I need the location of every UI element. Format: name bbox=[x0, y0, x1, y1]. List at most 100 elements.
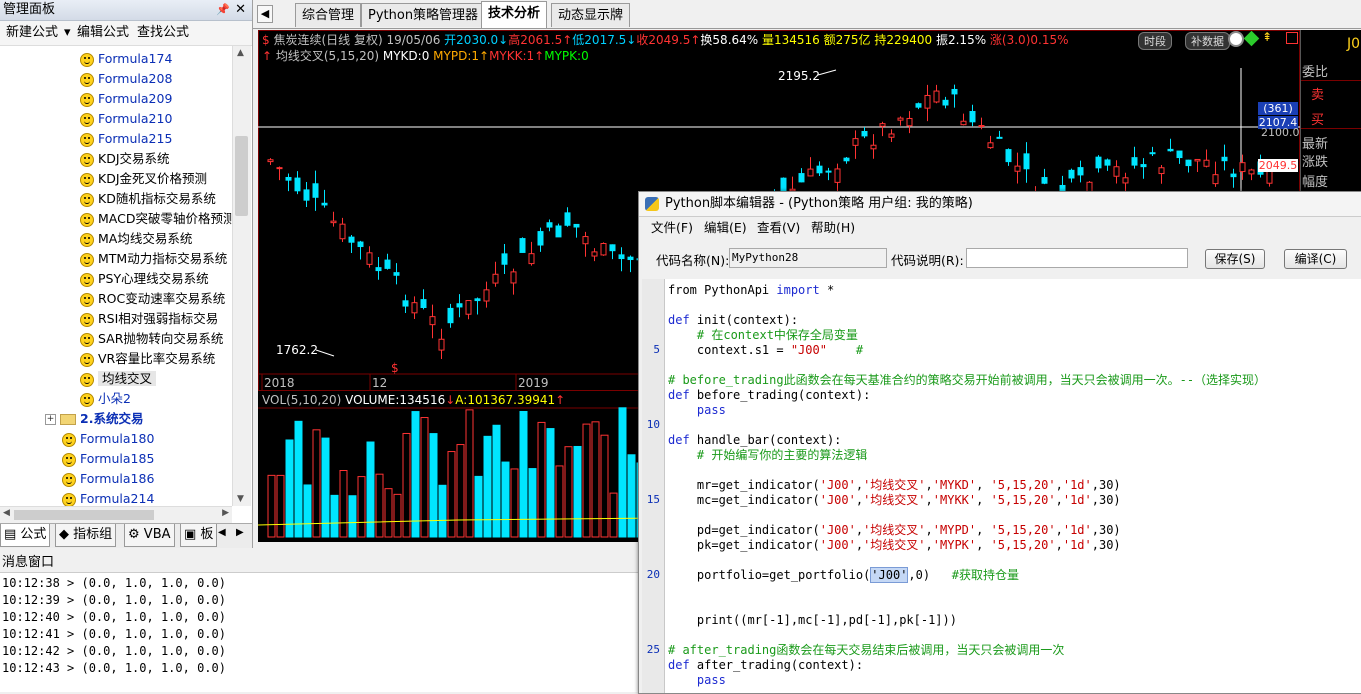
volume-bar bbox=[501, 461, 510, 538]
close-icon[interactable]: ✕ bbox=[235, 0, 246, 20]
code-token: context.s1 = bbox=[668, 343, 791, 357]
panel-tab-1[interactable]: ◆ 指标组 bbox=[55, 524, 117, 547]
smiley-formula-icon bbox=[80, 72, 94, 87]
line-number-gutter: 5 10 15 20 25 bbox=[642, 279, 665, 693]
code-lines[interactable]: from PythonApi import * def init(context)… bbox=[668, 279, 1358, 693]
tree-item[interactable]: 小朵2 bbox=[80, 389, 131, 409]
flag-icon[interactable]: ⇞ bbox=[1262, 30, 1272, 44]
tree-item[interactable]: ROC变动速率交易系统 bbox=[80, 289, 225, 309]
edit-formula-button[interactable]: 编辑公式 bbox=[77, 21, 129, 45]
candle-body bbox=[915, 103, 922, 108]
code-line[interactable]: # 在context中保存全局变量 bbox=[668, 328, 858, 343]
code-line[interactable]: def handle_bar(context): bbox=[668, 433, 841, 448]
code-line[interactable]: # after_trading函数会在每天交易结束后被调用，当天只会被调用一次 bbox=[668, 643, 1064, 658]
code-editor[interactable]: 5 10 15 20 25 from PythonApi import * def ini… bbox=[642, 279, 1361, 693]
compile-button[interactable]: 编译(C) bbox=[1284, 249, 1347, 269]
tree-item[interactable]: Formula180 bbox=[62, 429, 154, 449]
scroll-left-icon[interactable]: ◀ bbox=[3, 508, 10, 518]
tree-item[interactable]: 均线交叉 bbox=[80, 369, 157, 389]
tab-3[interactable]: 动态显示牌 bbox=[551, 3, 631, 27]
code-line[interactable]: # before_trading此函数会在每天基准合约的策略交易开始前被调用，当… bbox=[668, 373, 1266, 388]
code-line[interactable]: portfolio=get_portfolio('J00',0) #获取持仓量 bbox=[668, 567, 1019, 583]
tree-horizontal-scrollbar[interactable]: ◀ ▶ bbox=[0, 506, 232, 523]
window-icon[interactable] bbox=[1286, 32, 1298, 44]
time-segment-button[interactable]: 时段 bbox=[1138, 32, 1172, 50]
code-token: '5,15,20' bbox=[990, 493, 1056, 507]
tree-item[interactable]: SAR抛物转向交易系统 bbox=[80, 329, 223, 349]
message-window: 消息窗口 10:12:38 > (0.0, 1.0, 1.0, 0.0) 10:1… bbox=[0, 553, 642, 692]
tree-item[interactable]: Formula209 bbox=[80, 89, 172, 109]
tree-expand-icon[interactable]: + bbox=[45, 414, 56, 425]
scroll-right-icon[interactable]: ▶ bbox=[222, 508, 229, 518]
tree-item[interactable]: KD随机指标交易系统 bbox=[80, 189, 216, 209]
code-line[interactable]: pd=get_indicator('J00','均线交叉','MYPD', '5… bbox=[668, 523, 1121, 538]
candle-body bbox=[798, 173, 805, 183]
tree-item-label: PSY心理线交易系统 bbox=[98, 271, 209, 286]
panel-tab-2[interactable]: ⚙ VBA bbox=[124, 524, 175, 547]
code-line[interactable]: def after_trading(context): bbox=[668, 658, 863, 673]
code-line[interactable]: pk=get_indicator('J00','均线交叉','MYPK', '5… bbox=[668, 538, 1121, 553]
code-desc-input[interactable] bbox=[966, 248, 1188, 268]
tab-next-icon[interactable]: ▶ bbox=[236, 527, 244, 538]
menu-item-3[interactable]: 帮助(H) bbox=[811, 218, 855, 238]
code-line[interactable]: pass bbox=[668, 403, 726, 418]
tree-item[interactable]: Formula174 bbox=[80, 49, 172, 69]
tree-item-label: Formula186 bbox=[80, 471, 155, 486]
tree-item[interactable]: MA均线交易系统 bbox=[80, 229, 192, 249]
candle-body bbox=[285, 176, 292, 181]
code-token: 'MYPD' bbox=[932, 523, 977, 537]
record-icon[interactable] bbox=[1228, 31, 1244, 47]
menu-item-2[interactable]: 查看(V) bbox=[757, 218, 800, 238]
supplement-data-button[interactable]: 补数据 bbox=[1185, 32, 1230, 50]
new-formula-button[interactable]: 新建公式 bbox=[6, 21, 58, 45]
candle-body bbox=[510, 271, 517, 284]
code-line[interactable]: def before_trading(context): bbox=[668, 388, 870, 403]
code-line[interactable]: mc=get_indicator('J00','均线交叉','MYKK', '5… bbox=[668, 493, 1121, 508]
chevron-down-icon[interactable]: ▾ bbox=[64, 21, 71, 45]
panel-tab-3[interactable]: ▣ 板 bbox=[180, 524, 218, 547]
find-formula-button[interactable]: 查找公式 bbox=[137, 21, 189, 45]
code-line[interactable]: pass bbox=[668, 673, 726, 688]
tree-item[interactable]: MACD突破零轴价格预测 bbox=[80, 209, 232, 229]
tree-item[interactable]: VR容量比率交易系统 bbox=[80, 349, 215, 369]
tree-item[interactable]: Formula215 bbox=[80, 129, 172, 149]
tree-item[interactable]: Formula185 bbox=[62, 449, 154, 469]
tree-item[interactable]: Formula214 bbox=[62, 489, 154, 506]
code-line[interactable]: from PythonApi import * bbox=[668, 283, 834, 298]
tab-0[interactable]: 综合管理 bbox=[295, 3, 362, 27]
code-line[interactable]: mr=get_indicator('J00','均线交叉','MYKD', '5… bbox=[668, 478, 1121, 493]
code-token: , bbox=[925, 538, 933, 552]
code-line[interactable]: print((mr[-1],mc[-1],pd[-1],pk[-1])) bbox=[668, 613, 957, 628]
tab-scroll-left-icon[interactable]: ◀ bbox=[257, 5, 273, 23]
code-token: , bbox=[1055, 523, 1063, 537]
code-line[interactable]: context.s1 = "J00" # bbox=[668, 343, 863, 358]
menu-item-0[interactable]: 文件(F) bbox=[651, 218, 693, 238]
tree-item[interactable]: KDJ交易系统 bbox=[80, 149, 170, 169]
code-line[interactable]: # 开始编写你的主要的算法逻辑 bbox=[668, 448, 867, 463]
tree-item[interactable]: KDJ金死叉价格预测 bbox=[80, 169, 207, 189]
tab-2[interactable]: 技术分析 bbox=[481, 1, 548, 28]
scroll-thumb[interactable] bbox=[235, 136, 248, 216]
code-line[interactable]: def init(context): bbox=[668, 313, 798, 328]
scroll-down-icon[interactable]: ▼ bbox=[237, 494, 244, 504]
pin-icon[interactable]: 📌 bbox=[216, 0, 230, 20]
save-button[interactable]: 保存(S) bbox=[1205, 249, 1265, 269]
code-name-input[interactable]: MyPython28 bbox=[729, 248, 887, 268]
tree-item[interactable]: RSI相对强弱指标交易 bbox=[80, 309, 218, 329]
tab-1[interactable]: Python策略管理器 bbox=[361, 3, 486, 27]
tree-item[interactable]: PSY心理线交易系统 bbox=[80, 269, 209, 289]
scroll-thumb-horizontal[interactable] bbox=[14, 510, 154, 520]
scroll-up-icon[interactable]: ▲ bbox=[237, 48, 244, 58]
quote-label: 幅度 bbox=[1302, 175, 1329, 190]
candle-body bbox=[843, 157, 850, 162]
tree-item[interactable]: Formula208 bbox=[80, 69, 172, 89]
tree-item[interactable]: Formula186 bbox=[62, 469, 154, 489]
tree-item-label: MACD突破零轴价格预测 bbox=[98, 211, 232, 226]
panel-tab-0[interactable]: ▤ 公式 bbox=[0, 524, 51, 547]
tab-prev-icon[interactable]: ◀ bbox=[218, 527, 226, 538]
tree-vertical-scrollbar[interactable]: ▲ ▼ bbox=[232, 46, 251, 506]
tree-item[interactable]: Formula210 bbox=[80, 109, 172, 129]
tree-folder-item[interactable]: +2.系统交易 bbox=[45, 409, 143, 429]
tree-item[interactable]: MTM动力指标交易系统 bbox=[80, 249, 227, 269]
menu-item-1[interactable]: 编辑(E) bbox=[704, 218, 747, 238]
